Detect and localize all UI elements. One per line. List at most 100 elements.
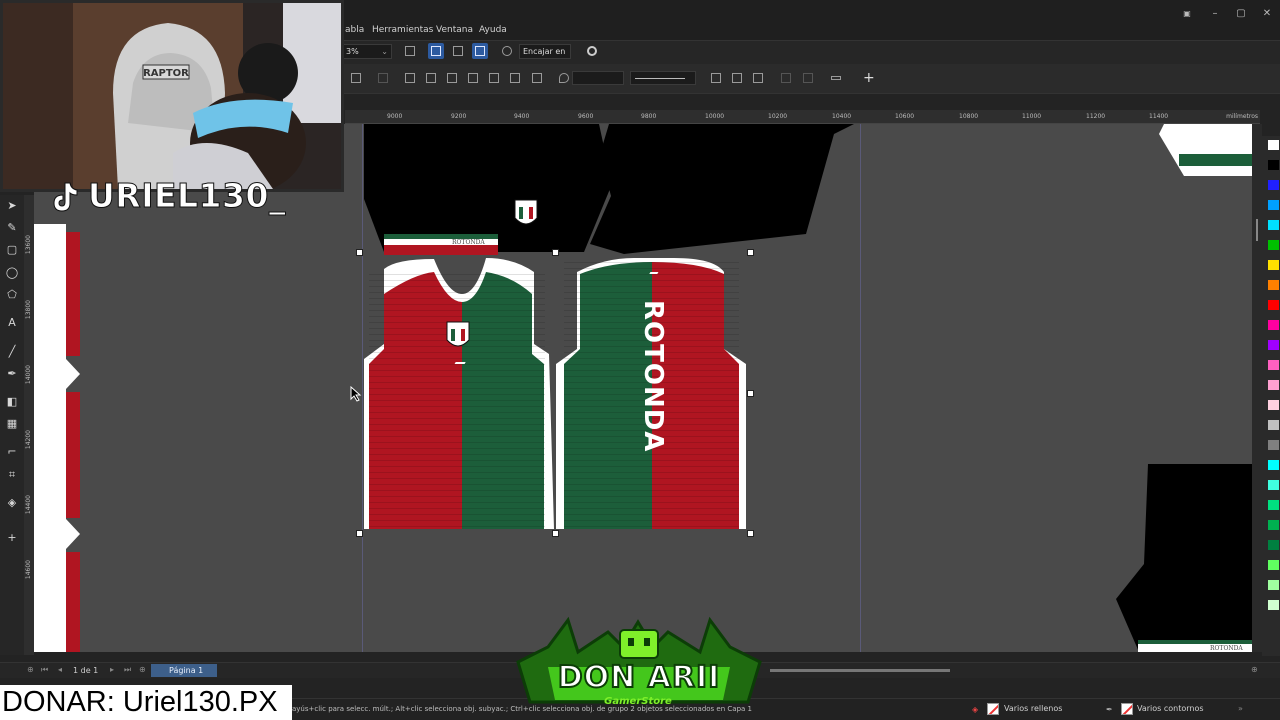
- create-boundary-icon[interactable]: [750, 70, 766, 86]
- outline-width-dropdown[interactable]: [572, 71, 624, 85]
- outline-status[interactable]: Varios contornos: [1137, 704, 1204, 713]
- outline-pen-icon[interactable]: [556, 70, 572, 86]
- pen-tool-icon[interactable]: ✒: [5, 367, 19, 381]
- palette-swatch[interactable]: [1268, 600, 1279, 610]
- palette-swatch[interactable]: [1268, 580, 1279, 590]
- selection-handle-bottom-left[interactable]: [356, 530, 363, 537]
- fill-swatch[interactable]: [987, 703, 999, 715]
- palette-swatch[interactable]: [1268, 160, 1279, 170]
- group-icon[interactable]: [375, 70, 391, 86]
- pick-tool-icon[interactable]: ➤: [5, 199, 19, 213]
- palette-swatch[interactable]: [1268, 340, 1279, 350]
- add-page-icon[interactable]: ⊕: [139, 665, 146, 674]
- convert-to-curves-icon[interactable]: [708, 70, 724, 86]
- vertical-scrollbar[interactable]: [1252, 124, 1262, 652]
- gear-icon[interactable]: [584, 43, 600, 59]
- window-snap-icon[interactable]: ▣: [1180, 8, 1194, 20]
- weld-icon[interactable]: [423, 70, 439, 86]
- selection-handle-top-right[interactable]: [747, 249, 754, 256]
- show-grid-icon[interactable]: [450, 43, 466, 59]
- palette-swatch[interactable]: [1268, 520, 1279, 530]
- selection-handle-top[interactable]: [552, 249, 559, 256]
- simplify-icon[interactable]: [486, 70, 502, 86]
- show-guidelines-icon[interactable]: [472, 43, 488, 59]
- bottom-right-piece[interactable]: [1116, 464, 1252, 652]
- align-icon[interactable]: [348, 70, 364, 86]
- add-icon[interactable]: +: [863, 70, 875, 86]
- zoom-navigator-icon[interactable]: ⊕: [1251, 665, 1258, 674]
- palette-swatch[interactable]: [1268, 480, 1279, 490]
- scroll-thumb[interactable]: [1256, 219, 1258, 241]
- palette-swatch[interactable]: [1268, 200, 1279, 210]
- maximize-button[interactable]: ▢: [1234, 8, 1248, 20]
- polygon-tool-icon[interactable]: ⬠: [5, 288, 19, 302]
- align-distribute-icon[interactable]: [828, 70, 844, 86]
- show-rulers-icon[interactable]: [428, 43, 444, 59]
- palette-swatch[interactable]: [1268, 240, 1279, 250]
- intersect-icon[interactable]: [465, 70, 481, 86]
- expand-status-icon[interactable]: »: [1238, 704, 1243, 713]
- trim-icon[interactable]: [444, 70, 460, 86]
- palette-swatch[interactable]: [1268, 180, 1279, 190]
- full-screen-icon[interactable]: [402, 43, 418, 59]
- jersey-front-panel[interactable]: [364, 258, 554, 529]
- crop-tool-icon[interactable]: ⌗: [5, 468, 19, 482]
- jersey-sponsor-text[interactable]: ROTONDA: [638, 300, 668, 480]
- add-page-icon[interactable]: ⊕: [27, 665, 34, 674]
- menu-ayuda[interactable]: Ayuda: [479, 25, 507, 35]
- palette-swatch[interactable]: [1268, 320, 1279, 330]
- palette-swatch[interactable]: [1268, 400, 1279, 410]
- menu-herramientas[interactable]: Herramientas: [372, 25, 433, 35]
- text-tool-icon[interactable]: A: [5, 316, 19, 330]
- snap-to-dropdown[interactable]: Encajar en: [519, 44, 571, 59]
- snap-icon[interactable]: [499, 43, 515, 59]
- palette-swatch[interactable]: [1268, 560, 1279, 570]
- fill-status[interactable]: Varios rellenos: [1004, 704, 1062, 713]
- tab-pagina-1[interactable]: Página 1: [151, 664, 217, 677]
- palette-swatch[interactable]: [1268, 360, 1279, 370]
- menu-ventana[interactable]: Ventana: [436, 25, 473, 35]
- palette-swatch[interactable]: [1268, 460, 1279, 470]
- first-page-icon[interactable]: ⏮: [41, 665, 48, 675]
- palette-swatch[interactable]: [1268, 440, 1279, 450]
- front-top-piece[interactable]: [364, 124, 612, 252]
- rectangle-tool-icon[interactable]: ▢: [5, 243, 19, 257]
- palette-swatch[interactable]: [1268, 140, 1279, 150]
- back-minus-front-icon[interactable]: [529, 70, 545, 86]
- selection-handle-bottom-right[interactable]: [747, 530, 754, 537]
- palette-swatch[interactable]: [1268, 300, 1279, 310]
- next-page-icon[interactable]: ▸: [110, 665, 114, 674]
- palette-swatch[interactable]: [1268, 260, 1279, 270]
- horizontal-ruler[interactable]: 9000 9200 9400 9600 9800 10000 10200 104…: [345, 110, 1260, 124]
- wrap-text-icon[interactable]: [729, 70, 745, 86]
- ellipse-tool-icon[interactable]: ◯: [5, 266, 19, 280]
- selection-handle-bottom[interactable]: [552, 530, 559, 537]
- close-button[interactable]: ✕: [1260, 8, 1274, 20]
- line-style-dropdown[interactable]: [630, 71, 696, 85]
- minimize-button[interactable]: –: [1208, 8, 1222, 20]
- palette-swatch[interactable]: [1268, 380, 1279, 390]
- selection-handle-right[interactable]: [747, 390, 754, 397]
- combine-icon[interactable]: [402, 70, 418, 86]
- prev-page-icon[interactable]: ◂: [58, 665, 62, 674]
- top-right-piece[interactable]: [1159, 124, 1252, 176]
- sleeve-strip[interactable]: [34, 224, 80, 652]
- palette-swatch[interactable]: [1268, 540, 1279, 550]
- front-minus-back-icon[interactable]: [507, 70, 523, 86]
- pattern-tool-icon[interactable]: ▦: [5, 417, 19, 431]
- palette-swatch[interactable]: [1268, 420, 1279, 430]
- palette-swatch[interactable]: [1268, 220, 1279, 230]
- menu-tabla[interactable]: abla: [345, 25, 364, 35]
- horizontal-scroll-thumb[interactable]: [770, 669, 950, 672]
- selection-handle-top-left[interactable]: [356, 249, 363, 256]
- shape-tool-icon[interactable]: ✎: [5, 221, 19, 235]
- add-tool-icon[interactable]: +: [5, 531, 19, 545]
- palette-swatch[interactable]: [1268, 280, 1279, 290]
- lock-icon[interactable]: [778, 70, 794, 86]
- zoom-level-input[interactable]: 3% ⌄: [342, 44, 392, 59]
- vertical-ruler[interactable]: 13600 13800 14000 14200 14400 14600: [24, 195, 34, 655]
- transparency-tool-icon[interactable]: ◧: [5, 395, 19, 409]
- outline-swatch[interactable]: [1121, 703, 1133, 715]
- fill-tool-icon[interactable]: ◈: [5, 496, 19, 510]
- eyedropper-tool-icon[interactable]: ⌐: [5, 445, 19, 459]
